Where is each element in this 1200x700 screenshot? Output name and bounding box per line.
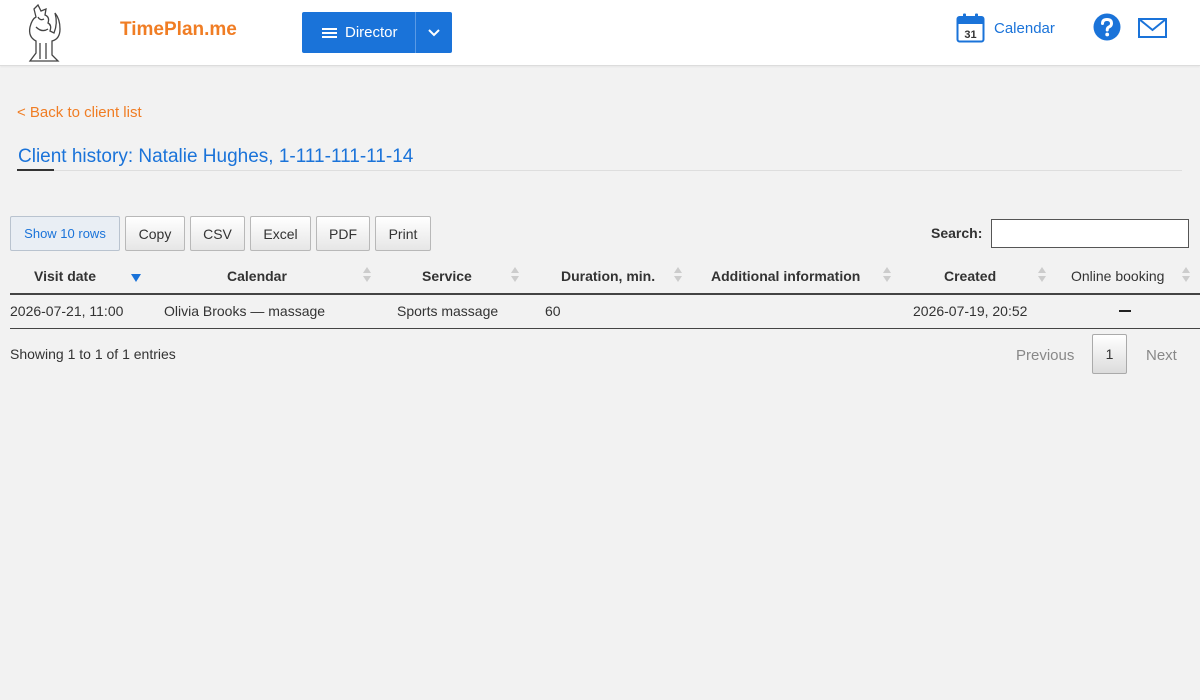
column-header-label: Online booking xyxy=(1071,268,1165,284)
calendar-label: Calendar xyxy=(994,19,1055,37)
role-button[interactable]: Director xyxy=(302,12,415,53)
sort-icon xyxy=(363,267,371,282)
show-rows-button[interactable]: Show 10 rows xyxy=(10,216,120,251)
pagination-previous[interactable]: Previous xyxy=(1016,347,1074,364)
column-header-label: Calendar xyxy=(227,268,287,284)
sort-icon xyxy=(883,267,891,282)
mail-icon[interactable] xyxy=(1138,18,1167,38)
cell-created: 2026-07-19, 20:52 xyxy=(913,303,1028,319)
table-info: Showing 1 to 1 of 1 entries xyxy=(10,346,176,362)
column-header-additional-information[interactable]: Additional information xyxy=(711,259,860,293)
excel-button[interactable]: Excel xyxy=(250,216,311,251)
logo-icon[interactable] xyxy=(22,3,66,65)
sort-icon xyxy=(1182,267,1190,282)
csv-button[interactable]: CSV xyxy=(190,216,245,251)
column-header-label: Visit date xyxy=(34,268,96,284)
cell-visit-date: 2026-07-21, 11:00 xyxy=(10,303,124,319)
title-divider-accent xyxy=(17,169,54,171)
dash-icon xyxy=(1119,310,1131,312)
sort-icon xyxy=(674,267,682,282)
sort-icon xyxy=(1038,267,1046,282)
sort-icon xyxy=(511,267,519,282)
column-header-label: Service xyxy=(422,268,472,284)
pagination-page-1[interactable]: 1 xyxy=(1092,334,1127,374)
title-divider xyxy=(17,170,1182,171)
pagination-next[interactable]: Next xyxy=(1146,347,1177,364)
cell-duration: 60 xyxy=(545,303,561,319)
calendar-link[interactable]: 31 Calendar xyxy=(956,12,1055,44)
column-header-duration[interactable]: Duration, min. xyxy=(561,259,655,293)
sort-desc-icon xyxy=(131,274,141,282)
role-dropdown[interactable]: Director xyxy=(302,12,452,53)
table-footer-divider xyxy=(10,328,1200,329)
column-header-calendar[interactable]: Calendar xyxy=(227,259,287,293)
copy-button[interactable]: Copy xyxy=(125,216,185,251)
cell-calendar: Olivia Brooks — massage xyxy=(164,303,326,319)
brand-name[interactable]: TimePlan.me xyxy=(120,19,237,41)
column-header-label: Additional information xyxy=(711,268,861,284)
print-button[interactable]: Print xyxy=(375,216,431,251)
column-header-online-booking[interactable]: Online booking xyxy=(1071,259,1164,293)
table-header-divider xyxy=(10,293,1200,295)
role-label: Director xyxy=(345,24,398,41)
pdf-button[interactable]: PDF xyxy=(316,216,370,251)
column-header-visit-date[interactable]: Visit date xyxy=(34,259,96,293)
role-dropdown-toggle[interactable] xyxy=(416,12,452,53)
calendar-icon: 31 xyxy=(956,13,985,43)
calendar-icon-day: 31 xyxy=(964,29,976,41)
search-label: Search: xyxy=(931,225,983,241)
cell-service: Sports massage xyxy=(397,303,499,319)
top-header: TimePlan.me Director 31 Calendar xyxy=(0,0,1200,66)
column-header-label: Duration, min. xyxy=(561,268,656,284)
chevron-down-icon xyxy=(428,28,440,36)
help-icon[interactable] xyxy=(1093,13,1121,41)
column-header-label: Created xyxy=(944,268,997,284)
column-header-service[interactable]: Service xyxy=(422,259,472,293)
back-to-client-list-link[interactable]: < Back to client list xyxy=(17,104,142,121)
search-input[interactable] xyxy=(991,219,1189,248)
menu-icon xyxy=(322,26,337,40)
column-header-created[interactable]: Created xyxy=(944,259,996,293)
page-title: Client history: Natalie Hughes, 1-111-11… xyxy=(18,146,414,167)
